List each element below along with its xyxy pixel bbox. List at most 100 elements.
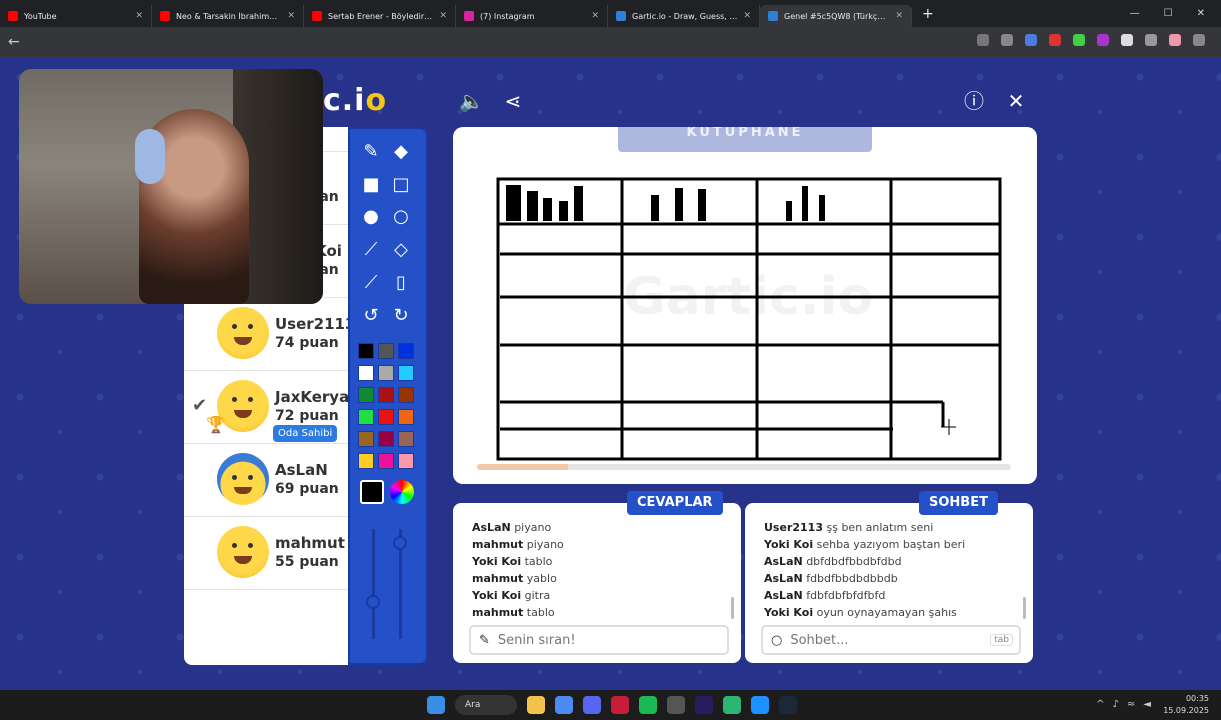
- browser-tab[interactable]: Genel #5c5QW8 (Türkçe) - Gartic ✕: [760, 5, 912, 27]
- color-swatch[interactable]: [378, 453, 394, 469]
- profile-icon[interactable]: [1169, 34, 1181, 46]
- tab-chat[interactable]: SOHBET: [919, 491, 998, 515]
- answers-scrollbar[interactable]: [731, 597, 734, 619]
- mic-icon[interactable]: ♪: [1113, 699, 1119, 710]
- size-knob[interactable]: [393, 536, 407, 550]
- color-swatch[interactable]: [358, 387, 374, 403]
- filled-rect-icon[interactable]: ■: [360, 174, 382, 196]
- color-swatch[interactable]: [398, 343, 414, 359]
- steam-icon[interactable]: [779, 696, 797, 714]
- message: Yoki Koi gitra: [472, 587, 722, 604]
- color-swatch[interactable]: [378, 431, 394, 447]
- close-tab-icon[interactable]: ✕: [743, 11, 751, 21]
- close-tab-icon[interactable]: ✕: [439, 11, 447, 21]
- windows-start-icon[interactable]: [427, 696, 445, 714]
- fill-icon[interactable]: ◇: [390, 239, 412, 261]
- chat-input[interactable]: [790, 632, 971, 648]
- color-swatch[interactable]: [378, 343, 394, 359]
- discord-icon[interactable]: [583, 696, 601, 714]
- color-swatch[interactable]: [358, 431, 374, 447]
- answer-input-box[interactable]: ✎: [469, 625, 729, 655]
- extension-icon[interactable]: [1025, 34, 1037, 46]
- app-icon[interactable]: [723, 696, 741, 714]
- line-icon[interactable]: ⟋: [360, 239, 382, 261]
- rect-icon[interactable]: □: [390, 174, 412, 196]
- color-swatch[interactable]: [358, 365, 374, 381]
- color-swatch[interactable]: [398, 431, 414, 447]
- color-swatch[interactable]: [378, 365, 394, 381]
- player-score: 55 puan: [275, 554, 339, 570]
- drawing-canvas[interactable]: KÜTÜPHANE Gartic.io: [453, 127, 1037, 484]
- color-swatch[interactable]: [358, 409, 374, 425]
- player-row[interactable]: JaxKerya 72 puan 🏆 ✔ Oda Sahibi: [184, 371, 349, 444]
- sound-icon[interactable]: 🔈: [459, 89, 484, 113]
- star-icon[interactable]: [1001, 34, 1013, 46]
- close-tab-icon[interactable]: ✕: [287, 11, 295, 21]
- color-swatch[interactable]: [378, 409, 394, 425]
- player-row[interactable]: AsLaN 69 puan: [184, 444, 349, 517]
- new-tab-button[interactable]: +: [922, 6, 934, 22]
- chat-scrollbar[interactable]: [1023, 597, 1026, 619]
- back-icon[interactable]: ←: [8, 34, 20, 50]
- undo-icon[interactable]: ↺: [360, 305, 382, 327]
- color-swatch[interactable]: [398, 453, 414, 469]
- player-row[interactable]: mahmut 55 puan: [184, 517, 349, 590]
- app-icon[interactable]: [751, 696, 769, 714]
- circle-icon[interactable]: ○: [390, 206, 412, 228]
- spotify-icon[interactable]: [639, 696, 657, 714]
- extension-icon[interactable]: [1097, 34, 1109, 46]
- browser-tab[interactable]: (7) Instagram ✕: [456, 5, 608, 27]
- browser-tab[interactable]: Gartic.io - Draw, Guess, WIN ✕: [608, 5, 760, 27]
- minimize-icon[interactable]: —: [1130, 8, 1140, 19]
- tab-answers[interactable]: CEVAPLAR: [627, 491, 723, 515]
- pencil-icon[interactable]: ✎: [360, 141, 382, 163]
- browser-tab[interactable]: Neo & Tarsakin İbrahimov Yu ✕: [152, 5, 304, 27]
- browser-tab[interactable]: YouTube ✕: [0, 5, 152, 27]
- close-icon[interactable]: ✕: [1004, 89, 1028, 113]
- player-row[interactable]: User2113 74 puan: [184, 298, 349, 371]
- picker-icon[interactable]: ⟋: [360, 272, 382, 294]
- color-swatch[interactable]: [378, 387, 394, 403]
- browser-tab[interactable]: Sertab Erener - Böyledir Benim ✕: [304, 5, 456, 27]
- redo-icon[interactable]: ↻: [390, 305, 412, 327]
- extension-icon[interactable]: [1121, 34, 1133, 46]
- volume-icon[interactable]: ◄: [1143, 699, 1151, 710]
- message: AsLaN fdbfdbfbfdfbfd: [764, 587, 1014, 604]
- color-swatch[interactable]: [398, 387, 414, 403]
- taskbar-clock[interactable]: 00:35 15.09.2025: [1163, 693, 1209, 717]
- opacity-knob[interactable]: [366, 595, 380, 609]
- color-swatch[interactable]: [398, 409, 414, 425]
- eraser-icon[interactable]: ◆: [390, 141, 412, 163]
- close-tab-icon[interactable]: ✕: [135, 11, 143, 21]
- taskbar-search[interactable]: Ara: [455, 695, 517, 715]
- chat-input-box[interactable]: ○ tab: [761, 625, 1021, 655]
- close-tab-icon[interactable]: ✕: [591, 11, 599, 21]
- close-tab-icon[interactable]: ✕: [895, 11, 903, 21]
- close-window-icon[interactable]: ✕: [1197, 8, 1205, 19]
- install-icon[interactable]: [977, 34, 989, 46]
- share-icon[interactable]: ⋖: [501, 89, 525, 113]
- filled-circle-icon[interactable]: ●: [360, 206, 382, 228]
- folder-icon[interactable]: [527, 696, 545, 714]
- chrome-icon[interactable]: [555, 696, 573, 714]
- color-swatch[interactable]: [358, 453, 374, 469]
- color-swatch[interactable]: [398, 365, 414, 381]
- settings-icon[interactable]: [667, 696, 685, 714]
- menu-icon[interactable]: [1193, 34, 1205, 46]
- chevron-up-icon[interactable]: ^: [1096, 699, 1104, 710]
- message: User2113 şş ben anlatım seni: [764, 519, 1014, 536]
- opacity-slider[interactable]: [372, 529, 375, 639]
- extension-icon[interactable]: [1073, 34, 1085, 46]
- opera-icon[interactable]: [611, 696, 629, 714]
- info-icon[interactable]: ⓘ: [962, 89, 986, 113]
- wifi-icon[interactable]: ≈: [1127, 699, 1135, 710]
- answer-input[interactable]: [497, 632, 678, 648]
- page-icon[interactable]: ▯: [390, 272, 412, 294]
- puzzle-icon[interactable]: [1145, 34, 1157, 46]
- extension-icon[interactable]: [1049, 34, 1061, 46]
- color-swatch[interactable]: [358, 343, 374, 359]
- color-wheel-icon[interactable]: [390, 480, 414, 504]
- after-effects-icon[interactable]: [695, 696, 713, 714]
- message-text: piyano: [514, 521, 552, 534]
- maximize-icon[interactable]: ☐: [1164, 8, 1173, 19]
